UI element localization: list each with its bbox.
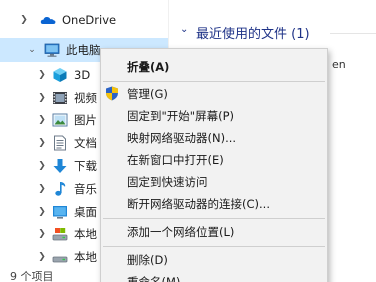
nav-item-onedrive[interactable]: ❯ OneDrive — [0, 8, 168, 32]
onedrive-icon — [40, 16, 56, 24]
chevron-down-icon[interactable]: ⌄ — [26, 38, 38, 62]
menu-separator — [103, 246, 325, 247]
downloads-icon — [53, 159, 67, 173]
nav-item-label: 本地 — [74, 227, 97, 241]
pictures-icon — [52, 113, 68, 127]
local-disk-icon — [52, 256, 68, 263]
menu-item-disconnect-network-drive[interactable]: 断开网络驱动器的连接(C)... — [101, 193, 327, 215]
documents-icon — [54, 135, 66, 151]
section-header-recent-files[interactable]: 最近使用的文件 (1) — [196, 23, 310, 42]
menu-item-pin-to-start[interactable]: 固定到"开始"屏幕(P) — [101, 105, 327, 127]
chevron-right-icon[interactable]: ❯ — [36, 131, 48, 155]
menu-item-manage[interactable]: 管理(G) — [101, 83, 327, 105]
chevron-down-icon[interactable]: ⌄ — [180, 24, 188, 35]
chevron-right-icon[interactable]: ❯ — [18, 8, 30, 32]
chevron-right-icon[interactable]: ❯ — [36, 200, 48, 224]
nav-item-label: 3D — [74, 68, 91, 82]
chevron-right-icon[interactable]: ❯ — [36, 245, 48, 269]
videos-icon — [53, 92, 67, 104]
status-item-count: 9 个项目 — [10, 270, 54, 282]
nav-item-label: 音乐 — [74, 182, 97, 196]
nav-item-label: 此电脑 — [66, 43, 101, 57]
3d-objects-icon — [53, 68, 67, 82]
file-explorer-window: ❯ OneDrive ⌄ 此电脑 ❯ 3D ❯ 视频 ❯ 图片 ❯ 文档 ❯ 下… — [0, 0, 376, 282]
menu-item-rename[interactable]: 重命名(M) — [101, 271, 327, 282]
chevron-right-icon[interactable]: ❯ — [36, 177, 48, 201]
nav-item-label: 下载 — [74, 159, 97, 173]
menu-separator — [103, 218, 325, 219]
chevron-right-icon[interactable]: ❯ — [36, 63, 48, 87]
chevron-right-icon[interactable]: ❯ — [36, 222, 48, 246]
nav-item-label: 视频 — [74, 91, 97, 105]
chevron-right-icon[interactable]: ❯ — [36, 154, 48, 178]
nav-item-label: 文档 — [74, 136, 97, 150]
nav-item-label: 本地 — [74, 250, 97, 264]
menu-item-map-network-drive[interactable]: 映射网络驱动器(N)... — [101, 127, 327, 149]
menu-item-open-new-window[interactable]: 在新窗口中打开(E) — [101, 149, 327, 171]
file-name-partial[interactable]: en — [332, 58, 346, 71]
section-divider — [330, 33, 376, 34]
chevron-right-icon[interactable]: ❯ — [36, 108, 48, 132]
menu-item-collapse[interactable]: 折叠(A) — [101, 56, 327, 78]
local-disk-icon — [52, 228, 68, 241]
menu-separator — [103, 81, 325, 82]
context-menu: 折叠(A) 管理(G) 固定到"开始"屏幕(P) 映射网络驱动器(N)... 在… — [100, 48, 328, 282]
nav-item-label: 桌面 — [74, 205, 97, 219]
nav-item-label: 图片 — [74, 113, 97, 127]
music-icon — [55, 182, 66, 196]
menu-item-pin-quick-access[interactable]: 固定到快速访问 — [101, 171, 327, 193]
menu-item-delete[interactable]: 删除(D) — [101, 249, 327, 271]
computer-icon — [44, 43, 60, 57]
menu-item-add-network-location[interactable]: 添加一个网络位置(L) — [101, 221, 327, 243]
nav-item-label: OneDrive — [62, 13, 117, 27]
chevron-right-icon[interactable]: ❯ — [36, 86, 48, 110]
desktop-icon — [53, 206, 67, 219]
